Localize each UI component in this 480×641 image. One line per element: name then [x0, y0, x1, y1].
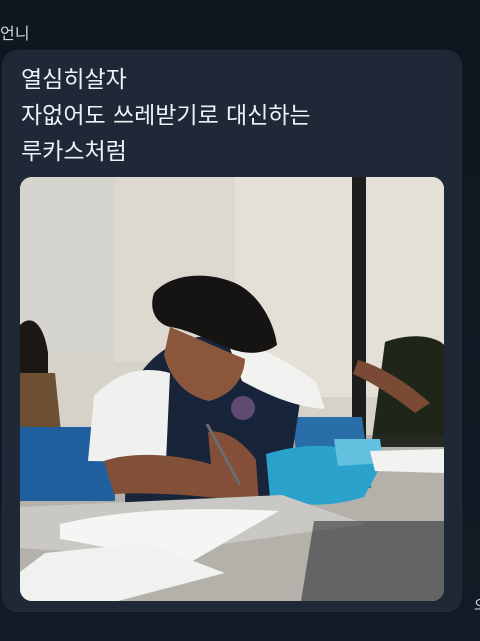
black-pole [352, 177, 366, 457]
edge-text-fragment: 오 [474, 595, 480, 615]
lower-right-shadow [301, 521, 444, 601]
school-badge [231, 396, 255, 420]
attached-photo[interactable] [20, 177, 444, 601]
photo-illustration [20, 177, 444, 601]
chat-screen: 언니 열심히살자 자없어도 쓰레받기로 대신하는 루카스처럼 [0, 0, 480, 641]
message-text: 열심히살자 자없어도 쓰레받기로 대신하는 루카스처럼 [21, 67, 311, 165]
sender-name: 언니 [0, 24, 30, 43]
message-bubble[interactable]: 열심히살자 자없어도 쓰레받기로 대신하는 루카스처럼 [2, 50, 462, 612]
paper-sheet-right [370, 449, 444, 473]
